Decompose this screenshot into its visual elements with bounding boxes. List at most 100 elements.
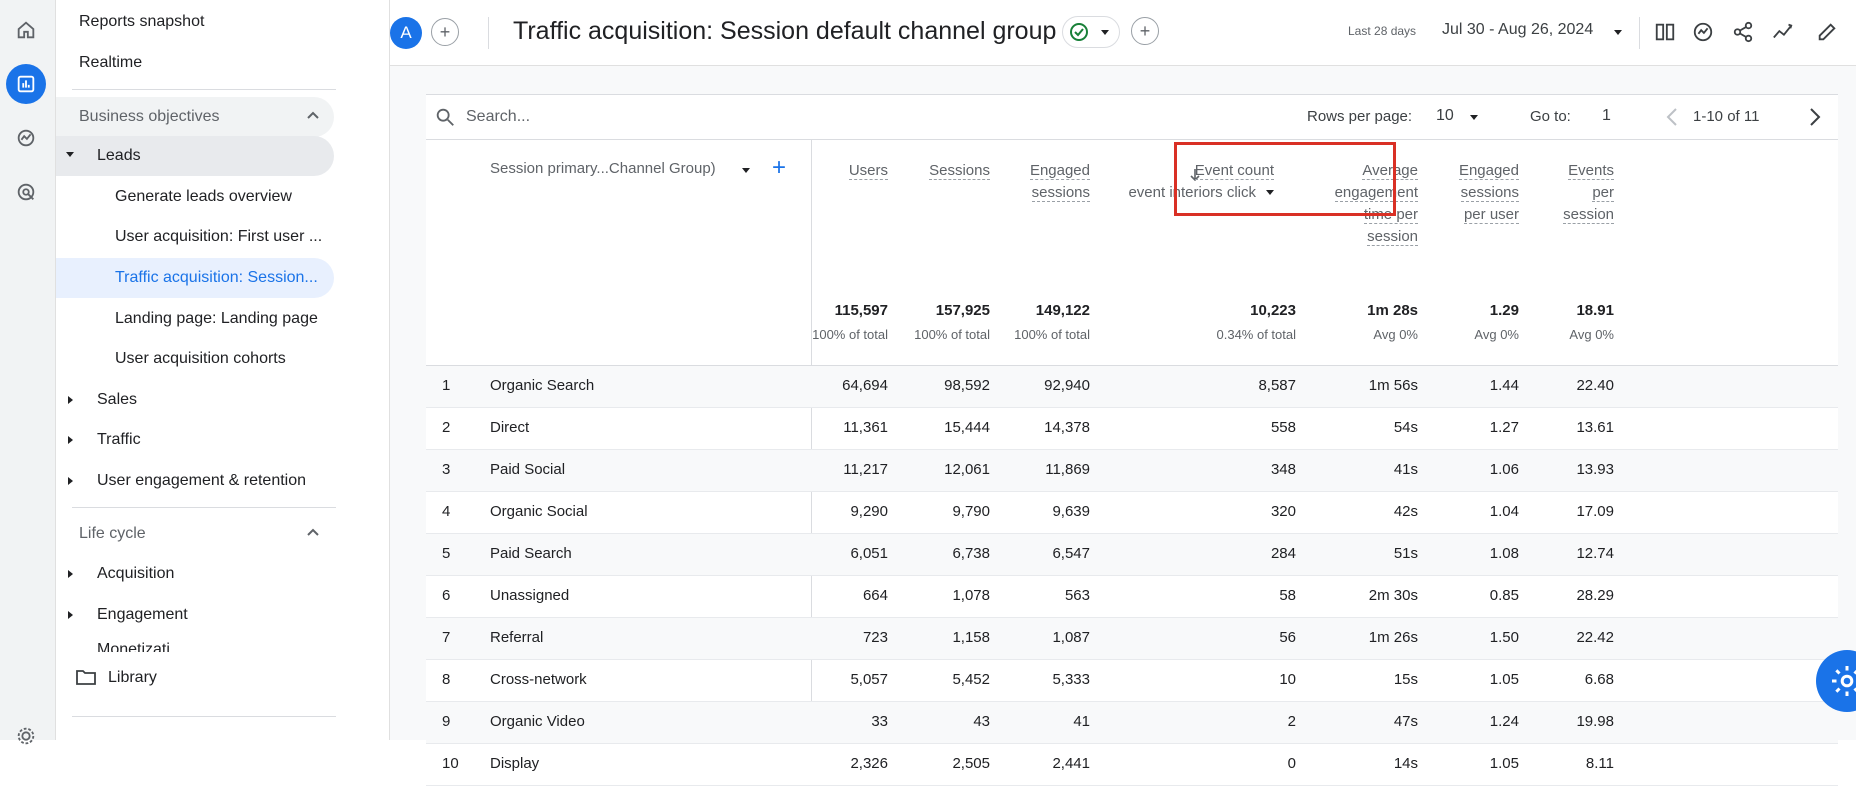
trend-icon[interactable] [1767,16,1799,48]
reports-icon[interactable] [6,64,46,104]
table-row[interactable]: 7 Referral 723 1,158 1,087 56 1m 26s 1.50 22.42 [426,618,1838,660]
channel-name: Organic Social [490,503,588,520]
caret-down-icon[interactable] [742,168,750,173]
share-icon[interactable] [1727,16,1759,48]
table-row[interactable]: 6 Unassigned 664 1,078 563 58 2m 30s 0.85 28.29 [426,576,1838,618]
table-row[interactable]: 4 Organic Social 9,290 9,790 9,639 320 42s 1.04… [426,492,1838,534]
table-row[interactable]: 8 Cross-network 5,057 5,452 5,333 10 15s 1.05 6.… [426,660,1838,702]
table-row[interactable]: 5 Paid Search 6,051 6,738 6,547 284 51s 1.08 12.… [426,534,1838,576]
metric-total-sub: 100% of total [1014,327,1090,342]
metric-cell: 1,087 [1052,629,1090,646]
metric-total-sub: Avg 0% [1373,327,1418,342]
metric-cell: 15,444 [944,419,990,436]
pagination-range: 1-10 of 11 [1693,108,1760,125]
advertising-icon[interactable] [6,172,46,212]
chevron-right-icon[interactable] [1807,106,1823,133]
sidebar-item-reports-snapshot[interactable]: Reports snapshot [79,13,204,31]
chevron-up-icon [306,109,320,128]
metric-cell: 51s [1393,545,1418,562]
metric-header-5[interactable]: Engaged sessions per user [1458,160,1519,226]
metric-cell: 41s [1393,461,1418,478]
caret-down-icon[interactable] [1470,115,1478,120]
event-count-highlight [1174,142,1396,216]
metric-cell: 22.42 [1576,629,1614,646]
table-row[interactable]: 3 Paid Social 11,217 12,061 11,869 348 41s 1.06… [426,450,1838,492]
section-life-cycle[interactable]: Life cycle [56,514,334,554]
add-filter-button[interactable]: + [1131,17,1159,45]
sidebar-item-user-engagement[interactable]: User engagement & retention [56,461,334,501]
sidebar-item-realtime[interactable]: Realtime [79,54,142,72]
chevron-left-icon[interactable] [1664,106,1680,133]
channel-name: Display [490,755,540,772]
sidebar-item-label: User acquisition: First user ... [115,228,323,245]
metric-cell: 284 [1270,545,1296,562]
row-index: 5 [442,545,451,562]
metric-header-0[interactable]: Users [848,160,888,182]
sidebar-item-traffic-acquisition[interactable]: Traffic acquisition: Session... [56,258,334,298]
metric-header-label: session [1563,206,1614,224]
search-input[interactable] [466,105,866,129]
sidebar-item-leads[interactable]: Leads [56,136,334,176]
sidebar-item-generate-leads-overview[interactable]: Generate leads overview [56,177,334,217]
metric-total: 10,223 [1250,302,1296,319]
compare-icon[interactable] [1649,16,1681,48]
metric-total-sub: 100% of total [914,327,990,342]
table-row[interactable]: 10 Display 2,326 2,505 2,441 0 14s 1.05 8.11 [426,744,1838,786]
metric-header-1[interactable]: Sessions [929,160,990,182]
metric-cell: 47s [1393,713,1418,730]
table-row[interactable]: 9 Organic Video 33 43 41 2 47s 1.24 19.98 [426,702,1838,744]
channel-name: Direct [490,419,530,436]
metric-cell: 0 [1287,755,1296,772]
metric-cell: 1.24 [1489,713,1519,730]
sidebar-item-acquisition[interactable]: Acquisition [56,554,334,594]
add-comparison-button[interactable]: + [431,18,459,46]
home-icon[interactable] [6,10,46,50]
date-range-picker[interactable]: Jul 30 - Aug 26, 2024 [1442,21,1593,39]
metric-cell: 1,078 [952,587,990,604]
date-range-label: Last 28 days [1348,24,1417,38]
settings-icon[interactable] [6,716,46,756]
sidebar-item-user-acquisition[interactable]: User acquisition: First user ... [56,217,334,257]
sidebar-item-traffic[interactable]: Traffic [56,420,334,460]
metric-cell: 14,378 [1044,419,1090,436]
table-row[interactable]: 1 Organic Search 64,694 98,592 92,940 8,587 1m… [426,366,1838,408]
sidebar-item-user-acquisition-cohorts[interactable]: User acquisition cohorts [56,339,334,379]
row-index: 10 [442,755,459,772]
caret-down-icon[interactable] [1614,30,1622,35]
rows-per-page-select[interactable]: 10 [1436,107,1454,125]
table-row[interactable]: 2 Direct 11,361 15,444 14,378 558 54s 1.27 13.61 [426,408,1838,450]
comparison-avatar[interactable]: A [390,17,422,49]
table-toolbar: Rows per page: 10 Go to: 1 1-10 of 11 [426,95,1838,140]
metric-header-6[interactable]: Events per session [1563,160,1614,226]
insights-icon[interactable] [1687,16,1719,48]
sidebar-item-sales[interactable]: Sales [56,380,334,420]
dimension-header[interactable]: Session primary...Channel Group) [490,160,716,177]
sidebar-item-engagement[interactable]: Engagement [56,595,334,635]
channel-name: Organic Video [490,713,585,730]
section-business-objectives[interactable]: Business objectives [56,97,334,137]
explore-icon[interactable] [6,118,46,158]
metric-total: 149,122 [1035,302,1090,319]
sidebar-item-label: Acquisition [97,565,175,582]
sidebar-item-landing-page[interactable]: Landing page: Landing page [56,299,334,339]
sidebar-item-monetization[interactable]: Monetizati... [56,636,334,652]
report-status-dropdown[interactable] [1062,16,1120,48]
metric-header-label: Engaged [1029,162,1090,180]
channel-name: Cross-network [490,671,587,688]
metric-header-2[interactable]: Engaged sessions [1029,160,1090,204]
metric-cell: 13.93 [1576,461,1614,478]
sidebar-item-label: User engagement & retention [97,472,307,489]
goto-input[interactable]: 1 [1602,107,1611,125]
sidebar-item-label: Engagement [97,606,188,623]
metric-cell: 13.61 [1576,419,1614,436]
folder-icon [76,669,96,690]
metric-header-label: per [1592,184,1614,202]
add-dimension-button[interactable]: + [772,156,786,180]
edit-icon[interactable] [1811,16,1843,48]
library-row[interactable]: Library [56,652,389,702]
metric-header-label: sessions [1460,184,1519,202]
metric-cell: 2m 30s [1368,587,1418,604]
metric-cell: 6.68 [1584,671,1614,688]
metric-cell: 98,592 [944,377,990,394]
metric-cell: 320 [1270,503,1296,520]
